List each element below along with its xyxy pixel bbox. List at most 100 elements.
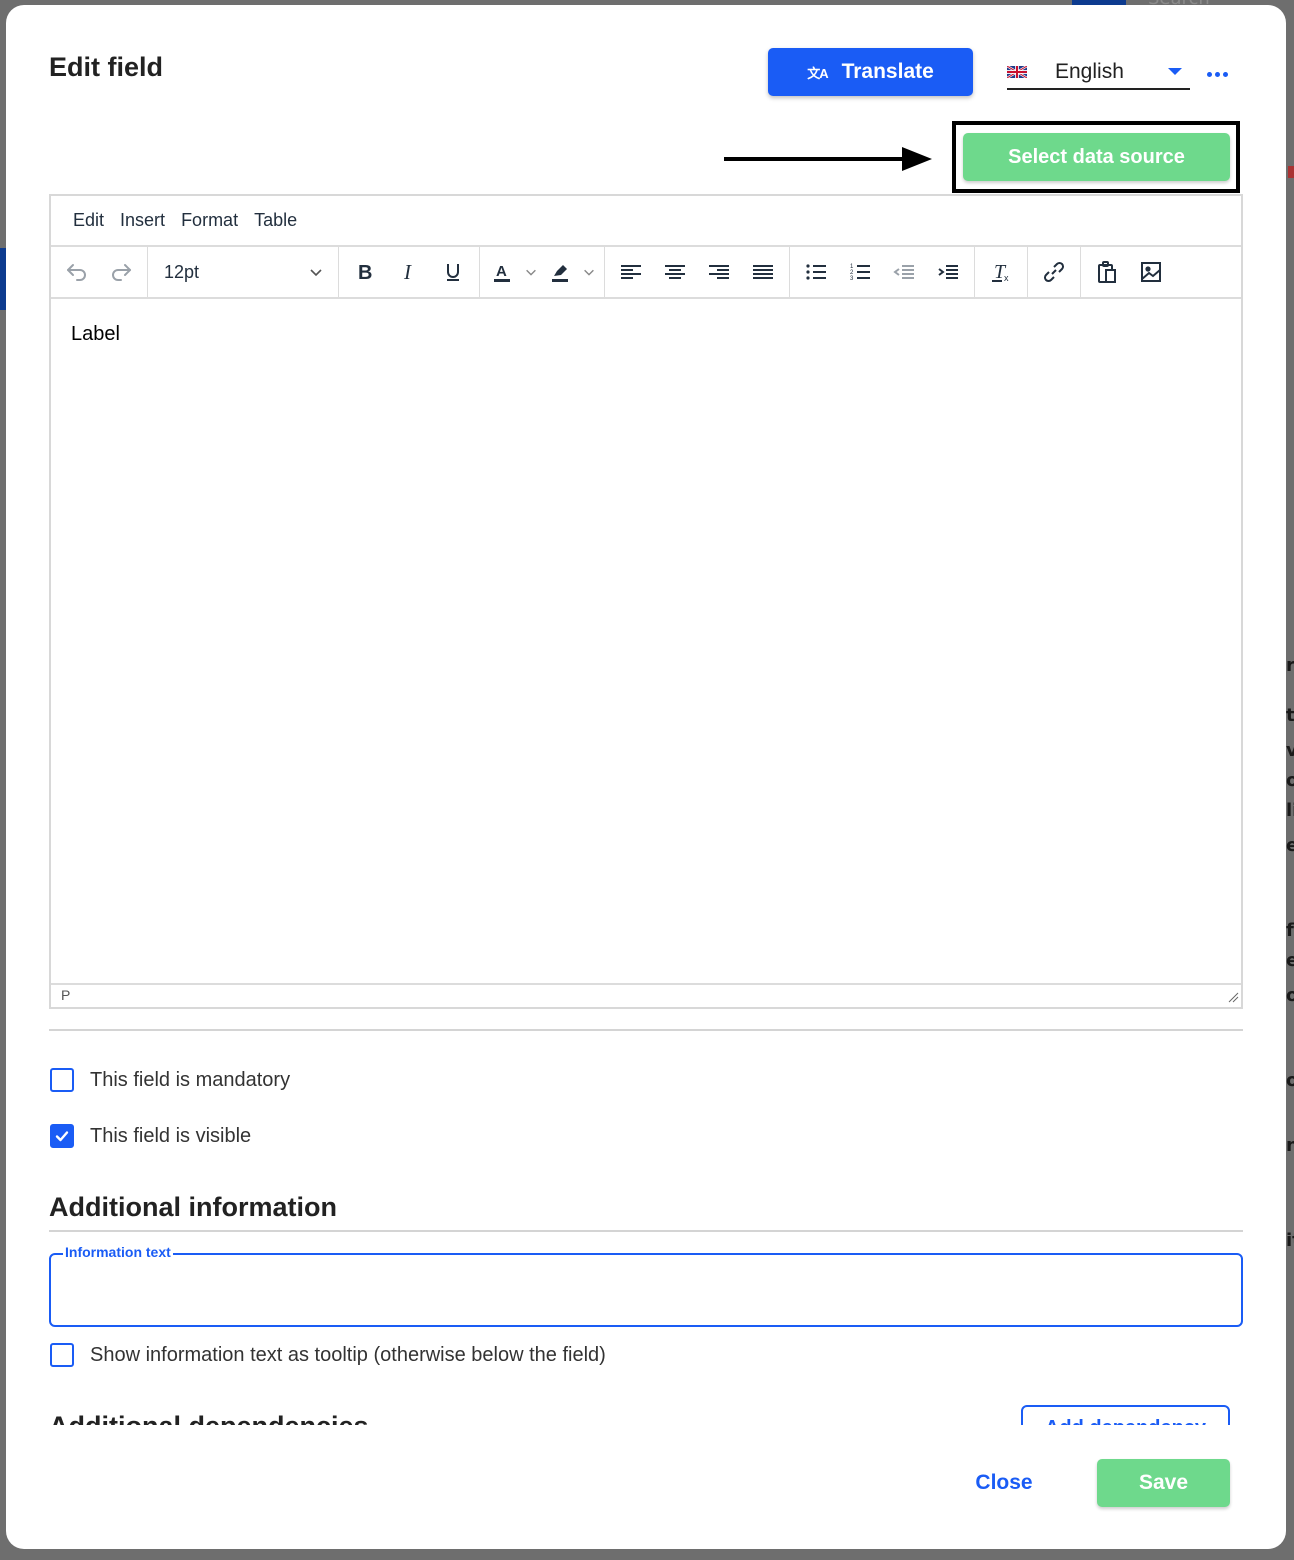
language-select[interactable]: English	[1007, 55, 1190, 90]
translate-icon: 文A	[807, 65, 828, 81]
background-text-fragment: og	[1286, 1070, 1294, 1091]
mandatory-checkbox-label: This field is mandatory	[90, 1068, 291, 1091]
element-path[interactable]: P	[61, 987, 70, 1003]
add-dependency-button[interactable]: Add dependency	[1021, 1405, 1230, 1425]
section-divider	[49, 1029, 1243, 1031]
text-color-button[interactable]: A	[484, 252, 520, 292]
visible-checkbox-label: This field is visible	[90, 1124, 252, 1147]
tooltip-checkbox[interactable]	[50, 1343, 74, 1367]
menu-format[interactable]: Format	[173, 210, 246, 231]
tooltip-checkbox-row[interactable]: Show information text as tooltip (otherw…	[50, 1343, 606, 1367]
editor-menubar: Edit Insert Format Table	[51, 196, 1241, 247]
list-group: 123	[790, 247, 975, 297]
scroll-clipped-area: Additional dependencies Add dependency	[6, 1405, 1286, 1425]
history-group	[51, 247, 148, 297]
image-icon	[1141, 262, 1161, 282]
visible-checkbox-row[interactable]: This field is visible	[50, 1124, 251, 1148]
background-text-fragment: o	[1286, 985, 1294, 1006]
italic-button[interactable]: I	[387, 252, 431, 292]
link-group	[1028, 247, 1081, 297]
menu-insert[interactable]: Insert	[112, 210, 173, 231]
translate-button[interactable]: 文A Translate	[768, 48, 973, 96]
underline-icon	[447, 264, 459, 281]
image-button[interactable]	[1129, 252, 1173, 292]
mandatory-checkbox-row[interactable]: This field is mandatory	[50, 1068, 290, 1092]
align-justify-button[interactable]	[741, 252, 785, 292]
indent-icon	[938, 265, 958, 279]
background-text-fragment: ot	[1286, 770, 1294, 791]
bullet-list-icon	[806, 264, 826, 280]
caret-down-icon	[1168, 68, 1182, 75]
tooltip-checkbox-label: Show information text as tooltip (otherw…	[90, 1343, 606, 1366]
background-text-fragment: li	[1286, 800, 1294, 821]
menu-table[interactable]: Table	[246, 210, 305, 231]
svg-text:B: B	[358, 262, 372, 284]
align-center-icon	[665, 265, 685, 279]
information-text-field[interactable]: Information text	[49, 1244, 1243, 1327]
visible-checkbox[interactable]	[50, 1124, 74, 1148]
uk-flag-icon	[1007, 65, 1027, 78]
background-text-fragment: f	[1286, 920, 1294, 941]
underline-button[interactable]	[431, 252, 475, 292]
menu-edit[interactable]: Edit	[65, 210, 112, 231]
language-label: English	[1055, 59, 1124, 83]
background-text-fragment: re	[1286, 655, 1294, 676]
paste-button[interactable]	[1085, 252, 1129, 292]
background-text-fragment: it	[1286, 1230, 1294, 1251]
highlight-color-button[interactable]	[542, 252, 578, 292]
insert-group	[1081, 247, 1177, 297]
editor-content[interactable]: Label	[51, 299, 1241, 983]
font-size-value: 12pt	[164, 261, 200, 282]
background-text-fragment: n	[1286, 1135, 1294, 1156]
highlight-color-dropdown[interactable]	[578, 252, 600, 292]
information-text-input[interactable]	[65, 1273, 1227, 1315]
select-data-source-button[interactable]: Select data source	[963, 133, 1230, 181]
annotation-arrow-icon	[724, 147, 932, 171]
checkmark-icon	[55, 1131, 69, 1142]
section-divider	[49, 1230, 1243, 1232]
chevron-down-icon	[310, 269, 322, 277]
undo-button[interactable]	[55, 252, 99, 292]
formatting-group: B I	[339, 247, 480, 297]
outdent-button[interactable]	[882, 252, 926, 292]
font-size-select[interactable]: 12pt	[152, 252, 334, 292]
align-left-button[interactable]	[609, 252, 653, 292]
color-group: A	[480, 247, 605, 297]
resize-handle-icon[interactable]	[1227, 991, 1239, 1003]
dialog-title: Edit field	[49, 52, 163, 82]
svg-text:x: x	[1004, 273, 1009, 283]
align-left-icon	[621, 265, 641, 279]
clear-formatting-group: Tx	[975, 247, 1028, 297]
clear-formatting-button[interactable]: Tx	[979, 252, 1023, 292]
link-button[interactable]	[1032, 252, 1076, 292]
editor-content-text: Label	[71, 323, 120, 345]
background-text-fragment: ec	[1286, 950, 1294, 971]
indent-button[interactable]	[926, 252, 970, 292]
numbered-list-icon: 123	[850, 264, 870, 282]
numbered-list-button[interactable]: 123	[838, 252, 882, 292]
svg-text:A: A	[496, 263, 507, 280]
mandatory-checkbox[interactable]	[50, 1068, 74, 1092]
editor-toolbar: 12pt B I A 1 2 3 T x	[51, 247, 1241, 299]
align-center-button[interactable]	[653, 252, 697, 292]
background-text-fragment: ti	[1286, 705, 1294, 726]
highlight-color-split	[542, 252, 600, 292]
link-icon	[1043, 261, 1065, 283]
bold-button[interactable]: B	[343, 252, 387, 292]
close-button[interactable]: Close	[958, 1460, 1050, 1506]
edit-field-dialog: Edit field 文A Translate English Select d…	[6, 5, 1286, 1549]
more-options-button[interactable]	[1204, 65, 1230, 83]
text-color-dropdown[interactable]	[520, 252, 542, 292]
bullet-list-button[interactable]	[794, 252, 838, 292]
chevron-down-icon	[584, 269, 594, 276]
background-text-fragment: v	[1286, 740, 1294, 761]
clear-formatting-icon: Tx	[992, 261, 1009, 283]
align-right-button[interactable]	[697, 252, 741, 292]
redo-button[interactable]	[99, 252, 143, 292]
editor-statusbar: P	[51, 983, 1241, 1005]
italic-icon: I	[403, 260, 412, 284]
save-button[interactable]: Save	[1097, 1459, 1230, 1507]
more-horizontal-icon	[1206, 71, 1212, 77]
svg-text:3: 3	[850, 276, 854, 282]
translate-button-label: Translate	[841, 60, 934, 83]
